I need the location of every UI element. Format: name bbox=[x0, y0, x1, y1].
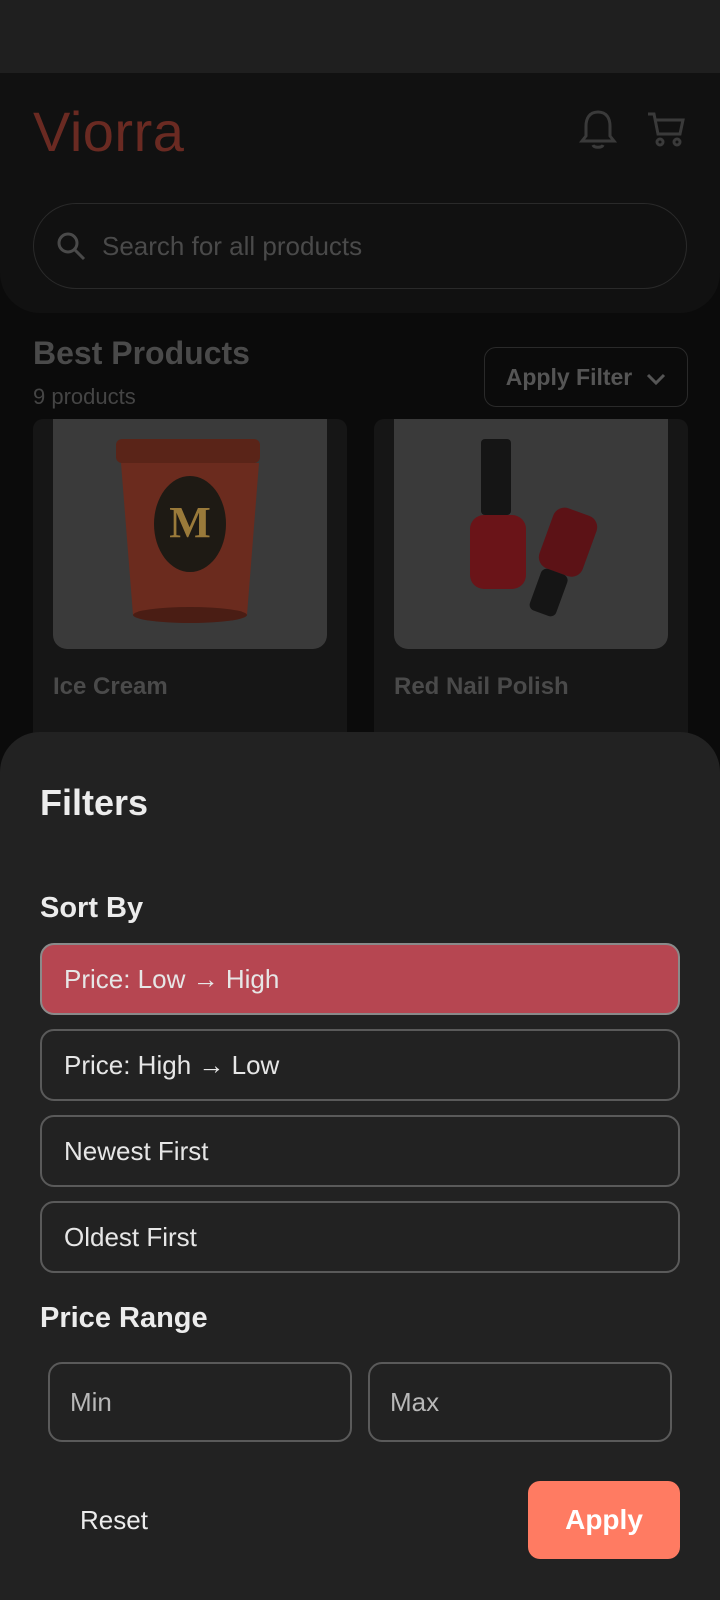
header: Viorra bbox=[0, 73, 720, 313]
sort-option-newest-first[interactable]: Newest First bbox=[40, 1115, 680, 1187]
cart-icon[interactable] bbox=[644, 107, 688, 151]
min-price-input[interactable] bbox=[48, 1362, 352, 1442]
product-image bbox=[394, 419, 668, 649]
product-name: Ice Cream bbox=[53, 673, 168, 700]
section-title: Best Products bbox=[33, 335, 250, 371]
filters-title: Filters bbox=[40, 782, 149, 823]
search-icon bbox=[54, 229, 88, 263]
apply-filter-button[interactable]: Apply Filter bbox=[484, 347, 688, 407]
apply-button[interactable]: Apply bbox=[528, 1481, 680, 1559]
search-input[interactable] bbox=[102, 230, 686, 262]
product-name: Red Nail Polish bbox=[394, 673, 569, 700]
product-card[interactable]: M Ice Cream bbox=[33, 419, 347, 749]
price-range-label: Price Range bbox=[40, 1302, 208, 1334]
reset-button[interactable]: Reset bbox=[80, 1505, 148, 1536]
max-price-input[interactable] bbox=[368, 1362, 672, 1442]
product-card[interactable]: Red Nail Polish bbox=[374, 419, 688, 749]
svg-text:M: M bbox=[169, 498, 211, 547]
apply-filter-label: Apply Filter bbox=[505, 363, 633, 390]
chevron-down-icon bbox=[646, 364, 666, 391]
filters-sheet: Filters Sort By Price: Low → High Price:… bbox=[0, 732, 720, 1600]
bell-icon[interactable] bbox=[576, 107, 620, 151]
sort-option-price-high-low[interactable]: Price: High → Low bbox=[40, 1029, 680, 1101]
sort-option-price-low-high[interactable]: Price: Low → High bbox=[40, 943, 680, 1015]
sort-option-oldest-first[interactable]: Oldest First bbox=[40, 1201, 680, 1273]
search-bar[interactable] bbox=[33, 203, 687, 289]
product-image: M bbox=[53, 419, 327, 649]
brand-logo: Viorra bbox=[33, 100, 185, 163]
sort-by-label: Sort By bbox=[40, 892, 144, 924]
status-bar bbox=[0, 0, 720, 73]
product-count: 9 products bbox=[33, 384, 136, 409]
